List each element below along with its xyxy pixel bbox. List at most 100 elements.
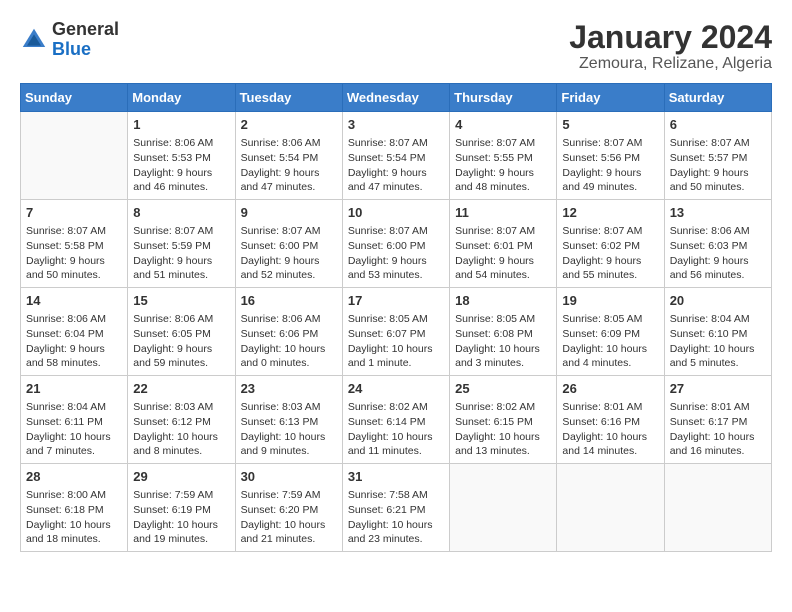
cell-date-number: 24: [348, 380, 444, 398]
day-header: Friday: [557, 84, 664, 112]
cell-date-number: 2: [241, 116, 337, 134]
cell-info: Sunrise: 8:01 AMSunset: 6:16 PMDaylight:…: [562, 400, 658, 459]
calendar-cell: 24 Sunrise: 8:02 AMSunset: 6:14 PMDayligh…: [342, 376, 449, 464]
calendar-cell: 18 Sunrise: 8:05 AMSunset: 6:08 PMDayligh…: [450, 288, 557, 376]
calendar-cell: 4 Sunrise: 8:07 AMSunset: 5:55 PMDaylight…: [450, 112, 557, 200]
calendar-cell: 2Sunrise: 8:06 AMSunset: 5:54 PMDaylight…: [235, 112, 342, 200]
day-header: Monday: [128, 84, 235, 112]
calendar-cell: 12Sunrise: 8:07 AMSunset: 6:02 PMDayligh…: [557, 200, 664, 288]
calendar-cell: 15Sunrise: 8:06 AMSunset: 6:05 PMDayligh…: [128, 288, 235, 376]
cell-date-number: 30: [241, 468, 337, 486]
calendar-cell: 23Sunrise: 8:03 AMSunset: 6:13 PMDayligh…: [235, 376, 342, 464]
day-header: Sunday: [21, 84, 128, 112]
cell-date-number: 21: [26, 380, 122, 398]
cell-date-number: 14: [26, 292, 122, 310]
calendar-cell: 5 Sunrise: 8:07 AMSunset: 5:56 PMDaylight…: [557, 112, 664, 200]
cell-date-number: 17: [348, 292, 444, 310]
calendar-cell: 9 Sunrise: 8:07 AMSunset: 6:00 PMDaylight…: [235, 200, 342, 288]
calendar-cell: 10 Sunrise: 8:07 AMSunset: 6:00 PMDayligh…: [342, 200, 449, 288]
cell-date-number: 15: [133, 292, 229, 310]
calendar-cell: 27Sunrise: 8:01 AMSunset: 6:17 PMDayligh…: [664, 376, 771, 464]
cell-info: Sunrise: 8:07 AMSunset: 5:56 PMDaylight:…: [562, 136, 658, 195]
calendar-cell: 25 Sunrise: 8:02 AMSunset: 6:15 PMDayligh…: [450, 376, 557, 464]
cell-date-number: 6: [670, 116, 766, 134]
calendar-header: SundayMondayTuesdayWednesdayThursdayFrid…: [21, 84, 772, 112]
cell-info: Sunrise: 8:02 AMSunset: 6:14 PMDaylight:…: [348, 400, 444, 459]
cell-info: Sunrise: 8:07 AMSunset: 6:01 PMDaylight:…: [455, 224, 551, 283]
cell-info: Sunrise: 8:07 AMSunset: 6:00 PMDaylight:…: [348, 224, 444, 283]
cell-date-number: 13: [670, 204, 766, 222]
cell-info: Sunrise: 8:06 AMSunset: 5:53 PMDaylight:…: [133, 136, 229, 195]
cell-info: Sunrise: 8:01 AMSunset: 6:17 PMDaylight:…: [670, 400, 766, 459]
calendar-week-row: 14 Sunrise: 8:06 AMSunset: 6:04 PMDayligh…: [21, 288, 772, 376]
cell-date-number: 9: [241, 204, 337, 222]
cell-info: Sunrise: 8:07 AMSunset: 5:55 PMDaylight:…: [455, 136, 551, 195]
cell-info: Sunrise: 8:06 AMSunset: 6:06 PMDaylight:…: [241, 312, 337, 371]
calendar-cell: 29 Sunrise: 7:59 AMSunset: 6:19 PMDayligh…: [128, 463, 235, 551]
day-header: Thursday: [450, 84, 557, 112]
cell-date-number: 25: [455, 380, 551, 398]
calendar-cell: [21, 112, 128, 200]
logo-icon: [20, 26, 48, 54]
calendar-table: SundayMondayTuesdayWednesdayThursdayFrid…: [20, 83, 772, 552]
cell-info: Sunrise: 8:05 AMSunset: 6:07 PMDaylight:…: [348, 312, 444, 371]
cell-info: Sunrise: 8:05 AMSunset: 6:08 PMDaylight:…: [455, 312, 551, 371]
cell-date-number: 11: [455, 204, 551, 222]
calendar-week-row: 7 Sunrise: 8:07 AMSunset: 5:58 PMDaylight…: [21, 200, 772, 288]
logo-text: General Blue: [52, 20, 119, 60]
calendar-cell: 31 Sunrise: 7:58 AMSunset: 6:21 PMDayligh…: [342, 463, 449, 551]
cell-info: Sunrise: 8:06 AMSunset: 6:03 PMDaylight:…: [670, 224, 766, 283]
cell-date-number: 10: [348, 204, 444, 222]
calendar-week-row: 21 Sunrise: 8:04 AMSunset: 6:11 PMDayligh…: [21, 376, 772, 464]
page-subtitle: Zemoura, Relizane, Algeria: [569, 55, 772, 73]
cell-info: Sunrise: 7:59 AMSunset: 6:19 PMDaylight:…: [133, 488, 229, 547]
cell-date-number: 1: [133, 116, 229, 134]
cell-date-number: 5: [562, 116, 658, 134]
day-header: Tuesday: [235, 84, 342, 112]
cell-info: Sunrise: 8:07 AMSunset: 5:58 PMDaylight:…: [26, 224, 122, 283]
cell-info: Sunrise: 8:07 AMSunset: 5:57 PMDaylight:…: [670, 136, 766, 195]
cell-info: Sunrise: 7:59 AMSunset: 6:20 PMDaylight:…: [241, 488, 337, 547]
cell-info: Sunrise: 8:04 AMSunset: 6:10 PMDaylight:…: [670, 312, 766, 371]
page-title: January 2024: [569, 20, 772, 55]
calendar-cell: 13 Sunrise: 8:06 AMSunset: 6:03 PMDayligh…: [664, 200, 771, 288]
title-block: January 2024 Zemoura, Relizane, Algeria: [569, 20, 772, 73]
cell-info: Sunrise: 7:58 AMSunset: 6:21 PMDaylight:…: [348, 488, 444, 547]
calendar-week-row: 1 Sunrise: 8:06 AMSunset: 5:53 PMDaylight…: [21, 112, 772, 200]
calendar-cell: [664, 463, 771, 551]
calendar-cell: 22Sunrise: 8:03 AMSunset: 6:12 PMDayligh…: [128, 376, 235, 464]
calendar-cell: [450, 463, 557, 551]
calendar-cell: 3 Sunrise: 8:07 AMSunset: 5:54 PMDaylight…: [342, 112, 449, 200]
calendar-cell: 11 Sunrise: 8:07 AMSunset: 6:01 PMDayligh…: [450, 200, 557, 288]
calendar-cell: [557, 463, 664, 551]
calendar-cell: 6 Sunrise: 8:07 AMSunset: 5:57 PMDaylight…: [664, 112, 771, 200]
cell-date-number: 31: [348, 468, 444, 486]
calendar-cell: 17 Sunrise: 8:05 AMSunset: 6:07 PMDayligh…: [342, 288, 449, 376]
calendar-cell: 28Sunrise: 8:00 AMSunset: 6:18 PMDayligh…: [21, 463, 128, 551]
logo: General Blue: [20, 20, 119, 60]
cell-info: Sunrise: 8:02 AMSunset: 6:15 PMDaylight:…: [455, 400, 551, 459]
cell-date-number: 29: [133, 468, 229, 486]
cell-date-number: 8: [133, 204, 229, 222]
cell-date-number: 16: [241, 292, 337, 310]
day-header: Saturday: [664, 84, 771, 112]
cell-info: Sunrise: 8:00 AMSunset: 6:18 PMDaylight:…: [26, 488, 122, 547]
calendar-cell: 21 Sunrise: 8:04 AMSunset: 6:11 PMDayligh…: [21, 376, 128, 464]
calendar-cell: 26 Sunrise: 8:01 AMSunset: 6:16 PMDayligh…: [557, 376, 664, 464]
cell-info: Sunrise: 8:06 AMSunset: 6:04 PMDaylight:…: [26, 312, 122, 371]
calendar-cell: 14 Sunrise: 8:06 AMSunset: 6:04 PMDayligh…: [21, 288, 128, 376]
cell-date-number: 4: [455, 116, 551, 134]
calendar-body: 1 Sunrise: 8:06 AMSunset: 5:53 PMDaylight…: [21, 112, 772, 552]
cell-info: Sunrise: 8:07 AMSunset: 5:54 PMDaylight:…: [348, 136, 444, 195]
cell-info: Sunrise: 8:07 AMSunset: 6:00 PMDaylight:…: [241, 224, 337, 283]
cell-info: Sunrise: 8:04 AMSunset: 6:11 PMDaylight:…: [26, 400, 122, 459]
cell-date-number: 7: [26, 204, 122, 222]
cell-info: Sunrise: 8:03 AMSunset: 6:12 PMDaylight:…: [133, 400, 229, 459]
calendar-cell: 16 Sunrise: 8:06 AMSunset: 6:06 PMDayligh…: [235, 288, 342, 376]
cell-date-number: 23: [241, 380, 337, 398]
calendar-cell: 20Sunrise: 8:04 AMSunset: 6:10 PMDayligh…: [664, 288, 771, 376]
cell-date-number: 26: [562, 380, 658, 398]
cell-info: Sunrise: 8:05 AMSunset: 6:09 PMDaylight:…: [562, 312, 658, 371]
cell-date-number: 18: [455, 292, 551, 310]
cell-date-number: 3: [348, 116, 444, 134]
